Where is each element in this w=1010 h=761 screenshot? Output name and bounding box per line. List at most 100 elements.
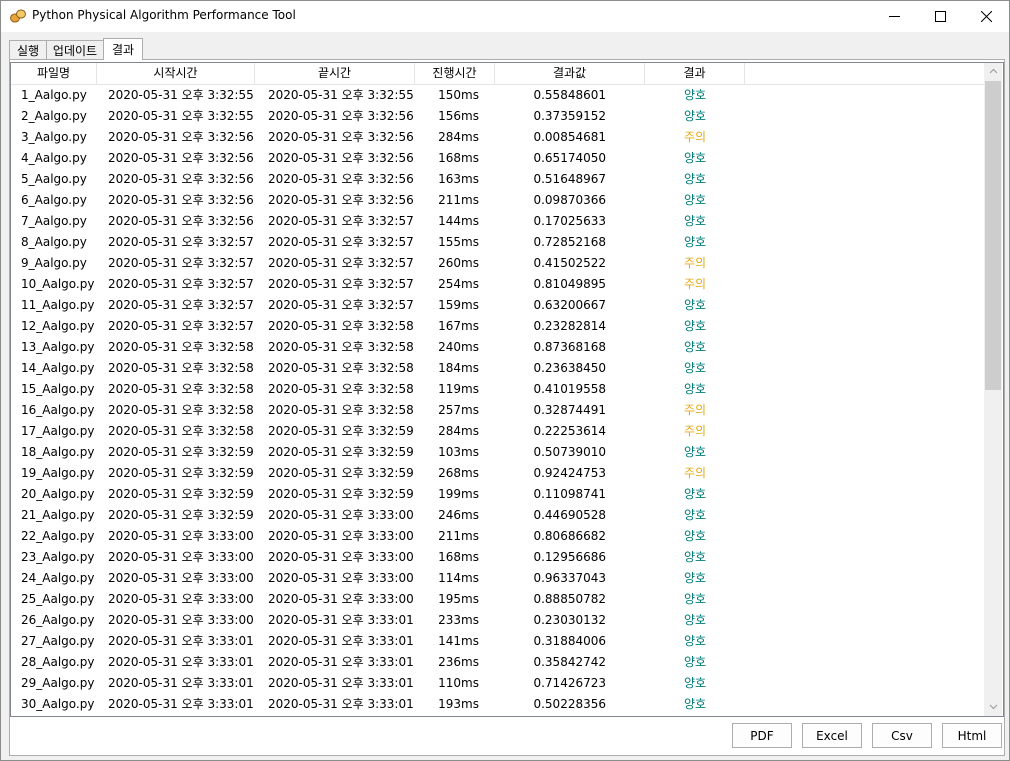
scroll-up-button[interactable] (984, 63, 1002, 80)
tab-run[interactable]: 실행 (9, 40, 47, 60)
minimize-icon (888, 16, 900, 17)
table-row[interactable]: 30_Aalgo.py 2020-05-31 오후 3:33:01 2020-05-… (11, 694, 984, 715)
table-row[interactable]: 25_Aalgo.py 2020-05-31 오후 3:33:00 2020-05-… (11, 589, 984, 610)
row-end-time-cell: 2020-05-31 오후 3:33:01 (268, 634, 414, 648)
row-start-time-cell: 2020-05-31 오후 3:32:57 (108, 319, 254, 333)
row-end-time-cell: 2020-05-31 오후 3:32:59 (268, 487, 414, 501)
row-start-time-cell: 2020-05-31 오후 3:32:56 (108, 151, 254, 165)
row-value-cell: 0.11098741 (533, 487, 606, 501)
row-value-cell: 0.51648967 (533, 172, 606, 186)
row-result-cell: 양호 (683, 319, 707, 333)
row-value-cell: 0.72852168 (533, 235, 606, 249)
table-row[interactable]: 14_Aalgo.py 2020-05-31 오후 3:32:58 2020-05-… (11, 358, 984, 379)
row-result-cell: 양호 (683, 487, 707, 501)
table-row[interactable]: 15_Aalgo.py 2020-05-31 오후 3:32:58 2020-05-… (11, 379, 984, 400)
table-row[interactable]: 13_Aalgo.py 2020-05-31 오후 3:32:58 2020-05-… (11, 337, 984, 358)
row-result-cell: 양호 (683, 550, 707, 564)
row-duration-cell: 257ms (438, 403, 479, 417)
table-row[interactable]: 24_Aalgo.py 2020-05-31 오후 3:33:00 2020-05-… (11, 568, 984, 589)
row-filename-cell: 20_Aalgo.py (21, 487, 95, 501)
maximize-icon (934, 11, 946, 22)
table-row[interactable]: 17_Aalgo.py 2020-05-31 오후 3:32:58 2020-05-… (11, 421, 984, 442)
table-row[interactable]: 10_Aalgo.py 2020-05-31 오후 3:32:57 2020-05-… (11, 274, 984, 295)
scrollbar-thumb[interactable] (985, 81, 1001, 390)
row-start-time-cell: 2020-05-31 오후 3:32:58 (108, 361, 254, 375)
table-row[interactable]: 2_Aalgo.py 2020-05-31 오후 3:32:55 2020-05-3… (11, 106, 984, 127)
row-duration-cell: 141ms (438, 634, 479, 648)
row-duration-cell: 168ms (438, 550, 479, 564)
table-row[interactable]: 6_Aalgo.py 2020-05-31 오후 3:32:56 2020-05-3… (11, 190, 984, 211)
row-result-cell: 양호 (683, 340, 707, 354)
row-duration-cell: 284ms (438, 130, 479, 144)
row-filename-cell: 28_Aalgo.py (21, 655, 95, 669)
vertical-scrollbar[interactable] (984, 63, 1002, 716)
table-row[interactable]: 23_Aalgo.py 2020-05-31 오후 3:33:00 2020-05-… (11, 547, 984, 568)
app-window: Python Physical Algorithm Performance To… (0, 0, 1010, 761)
table-row[interactable]: 12_Aalgo.py 2020-05-31 오후 3:32:57 2020-05-… (11, 316, 984, 337)
row-filename-cell: 8_Aalgo.py (21, 235, 87, 249)
row-value-cell: 0.37359152 (533, 109, 606, 123)
export-csv-button[interactable]: Csv (872, 723, 932, 748)
table-row[interactable]: 28_Aalgo.py 2020-05-31 오후 3:33:01 2020-05-… (11, 652, 984, 673)
table-row[interactable]: 11_Aalgo.py 2020-05-31 오후 3:32:57 2020-05-… (11, 295, 984, 316)
table-row[interactable]: 16_Aalgo.py 2020-05-31 오후 3:32:58 2020-05-… (11, 400, 984, 421)
table-row[interactable]: 8_Aalgo.py 2020-05-31 오후 3:32:57 2020-05-3… (11, 232, 984, 253)
results-list[interactable]: 파일명 시작시간 끝시간 진행시간 결과값 결과 1_Aalgo.py 2020-… (10, 62, 1004, 717)
column-header-result[interactable]: 결과 (645, 63, 745, 84)
row-result-cell: 양호 (683, 298, 707, 312)
row-filename-cell: 15_Aalgo.py (21, 382, 95, 396)
row-duration-cell: 233ms (438, 613, 479, 627)
row-end-time-cell: 2020-05-31 오후 3:32:57 (268, 277, 414, 291)
row-filename-cell: 22_Aalgo.py (21, 529, 95, 543)
row-value-cell: 0.55848601 (533, 88, 606, 102)
row-filename-cell: 5_Aalgo.py (21, 172, 87, 186)
row-value-cell: 0.00854681 (533, 130, 606, 144)
table-row[interactable]: 7_Aalgo.py 2020-05-31 오후 3:32:56 2020-05-3… (11, 211, 984, 232)
table-row[interactable]: 4_Aalgo.py 2020-05-31 오후 3:32:56 2020-05-3… (11, 148, 984, 169)
row-start-time-cell: 2020-05-31 오후 3:32:56 (108, 214, 254, 228)
table-row[interactable]: 27_Aalgo.py 2020-05-31 오후 3:33:01 2020-05-… (11, 631, 984, 652)
table-row[interactable]: 29_Aalgo.py 2020-05-31 오후 3:33:01 2020-05-… (11, 673, 984, 694)
table-row[interactable]: 1_Aalgo.py 2020-05-31 오후 3:32:55 2020-05-3… (11, 85, 984, 106)
row-filename-cell: 18_Aalgo.py (21, 445, 95, 459)
column-header-start-time[interactable]: 시작시간 (97, 63, 255, 84)
row-result-cell: 주의 (683, 424, 707, 438)
table-row[interactable]: 20_Aalgo.py 2020-05-31 오후 3:32:59 2020-05-… (11, 484, 984, 505)
row-value-cell: 0.50228356 (533, 697, 606, 711)
row-start-time-cell: 2020-05-31 오후 3:33:01 (108, 697, 254, 711)
export-html-button[interactable]: Html (942, 723, 1002, 748)
export-excel-button[interactable]: Excel (802, 723, 862, 748)
row-duration-cell: 159ms (438, 298, 479, 312)
row-duration-cell: 168ms (438, 151, 479, 165)
table-row[interactable]: 21_Aalgo.py 2020-05-31 오후 3:32:59 2020-05-… (11, 505, 984, 526)
row-end-time-cell: 2020-05-31 오후 3:32:58 (268, 403, 414, 417)
export-pdf-button[interactable]: PDF (732, 723, 792, 748)
row-result-cell: 양호 (683, 445, 707, 459)
column-header-filename[interactable]: 파일명 (11, 63, 97, 84)
column-header-value[interactable]: 결과값 (495, 63, 645, 84)
table-row[interactable]: 5_Aalgo.py 2020-05-31 오후 3:32:56 2020-05-3… (11, 169, 984, 190)
tab-update[interactable]: 업데이트 (46, 40, 104, 60)
row-filename-cell: 1_Aalgo.py (21, 88, 87, 102)
table-row[interactable]: 19_Aalgo.py 2020-05-31 오후 3:32:59 2020-05-… (11, 463, 984, 484)
row-result-cell: 양호 (683, 172, 707, 186)
table-row[interactable]: 22_Aalgo.py 2020-05-31 오후 3:33:00 2020-05-… (11, 526, 984, 547)
row-result-cell: 양호 (683, 214, 707, 228)
table-row[interactable]: 9_Aalgo.py 2020-05-31 오후 3:32:57 2020-05-3… (11, 253, 984, 274)
minimize-button[interactable] (871, 1, 917, 32)
maximize-button[interactable] (917, 1, 963, 32)
column-header-duration[interactable]: 진행시간 (415, 63, 495, 84)
scroll-down-button[interactable] (984, 699, 1002, 716)
table-row[interactable]: 26_Aalgo.py 2020-05-31 오후 3:33:00 2020-05-… (11, 610, 984, 631)
row-filename-cell: 9_Aalgo.py (21, 256, 87, 270)
title-bar[interactable]: Python Physical Algorithm Performance To… (1, 1, 1009, 32)
close-button[interactable] (963, 1, 1009, 32)
table-row[interactable]: 18_Aalgo.py 2020-05-31 오후 3:32:59 2020-05-… (11, 442, 984, 463)
row-value-cell: 0.65174050 (533, 151, 606, 165)
row-result-cell: 주의 (683, 130, 707, 144)
row-result-cell: 양호 (683, 592, 707, 606)
tab-results[interactable]: 결과 (103, 38, 143, 60)
column-header-end-time[interactable]: 끝시간 (255, 63, 415, 84)
table-row[interactable]: 3_Aalgo.py 2020-05-31 오후 3:32:56 2020-05-3… (11, 127, 984, 148)
row-end-time-cell: 2020-05-31 오후 3:32:58 (268, 340, 414, 354)
